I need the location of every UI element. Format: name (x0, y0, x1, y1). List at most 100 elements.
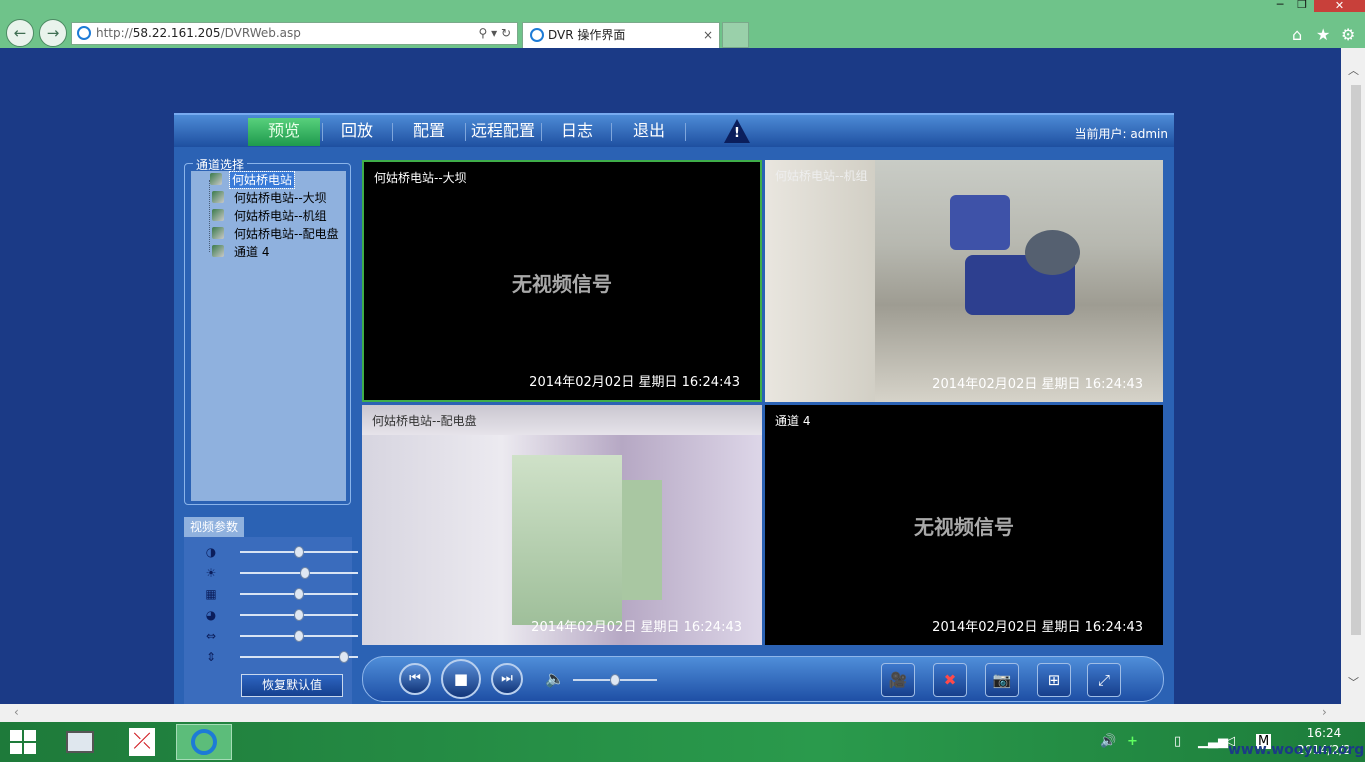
video-params-tab[interactable]: 视频参数 (184, 517, 244, 537)
scroll-up-icon[interactable]: ︿ (1348, 62, 1359, 78)
channel-label: 通道 4 (234, 245, 270, 259)
previous-icon[interactable]: ⏮ (399, 663, 431, 695)
favorites-icon[interactable]: ★ (1316, 25, 1330, 44)
video-window-1[interactable]: 何姑桥电站--大坝 无视频信号 2014年02月02日 星期日 16:24:43 (362, 160, 762, 402)
slider-knob[interactable] (294, 609, 304, 621)
next-icon[interactable]: ⏭ (491, 663, 523, 695)
channel-label: 何姑桥电站--大坝 (234, 191, 327, 205)
stop-icon[interactable]: ■ (441, 659, 481, 699)
taskbar: ⤫ 🔊 + ▯ ▁▃▅ ◁ M 16:24 2014/2/2 (0, 722, 1365, 762)
menu-separator (392, 123, 393, 141)
video-title: 何姑桥电站--配电盘 (372, 414, 477, 428)
generator-image (950, 195, 1010, 250)
menu-separator (611, 123, 612, 141)
menu-remote-config[interactable]: 远程配置 (466, 118, 540, 146)
stop-record-icon[interactable]: ✖ (933, 663, 967, 697)
menu-separator (541, 123, 542, 141)
video-window-2[interactable]: 何姑桥电站--机组 2014年02月02日 星期日 16:24:43 (765, 160, 1163, 402)
layout-icon[interactable]: ⊞ (1037, 663, 1071, 697)
menu-config[interactable]: 配置 (394, 118, 464, 146)
slider-knob[interactable] (294, 630, 304, 642)
saturation-slider[interactable]: ▦ (204, 587, 358, 601)
computer-icon (66, 731, 94, 753)
camera-icon (212, 227, 224, 239)
url-text: http://58.22.161.205/DVRWeb.asp (96, 26, 301, 40)
snapshot-icon[interactable]: 📷 (985, 663, 1019, 697)
sharpness-v-slider[interactable]: ⇕ (204, 650, 358, 664)
maximize-icon[interactable]: ❐ (1292, 0, 1312, 12)
restore-defaults-button[interactable]: 恢复默认值 (241, 674, 343, 697)
video-window-4[interactable]: 通道 4 无视频信号 2014年02月02日 星期日 16:24:43 (765, 405, 1163, 645)
no-signal-text: 无视频信号 (512, 272, 612, 296)
slider-track[interactable] (240, 572, 358, 574)
speaker-icon[interactable]: 🔊 (1100, 734, 1116, 749)
browser-tab[interactable]: DVR 操作界面 × (522, 22, 720, 48)
signal-icon[interactable]: ▁▃▅ (1198, 734, 1228, 749)
back-button[interactable]: ← (6, 19, 34, 47)
slider-knob[interactable] (294, 546, 304, 558)
address-controls-icon[interactable]: ⚲ ▾ ↻ (479, 23, 512, 44)
fullscreen-icon[interactable]: ⤢ (1087, 663, 1121, 697)
ie-icon (530, 28, 544, 42)
settings-icon[interactable]: ⚙ (1341, 25, 1355, 44)
menu-playback[interactable]: 回放 (324, 118, 390, 146)
tab-close-icon[interactable]: × (703, 23, 713, 47)
home-icon[interactable]: ⌂ (1292, 25, 1302, 44)
taskbar-app-ie[interactable] (176, 724, 232, 760)
horizontal-arrows-icon: ⇔ (205, 629, 217, 643)
wall-image (765, 160, 875, 402)
ie-icon (77, 26, 91, 40)
switchboard-image (512, 455, 622, 625)
brightness-slider[interactable]: ☀ (204, 566, 358, 580)
video-timestamp: 2014年02月02日 星期日 16:24:43 (932, 620, 1143, 635)
video-window-3[interactable]: 何姑桥电站--配电盘 2014年02月02日 星期日 16:24:43 (362, 405, 762, 645)
video-timestamp: 2014年02月02日 星期日 16:24:43 (932, 377, 1143, 392)
video-title: 通道 4 (775, 414, 811, 428)
volume-icon[interactable]: 🔈 (545, 669, 565, 688)
tab-title: DVR 操作界面 (548, 28, 626, 42)
address-bar[interactable]: http://58.22.161.205/DVRWeb.asp ⚲ ▾ ↻ (71, 22, 518, 45)
new-tab-button[interactable] (722, 22, 749, 48)
scroll-left-icon[interactable]: ‹ (14, 705, 19, 719)
scroll-right-icon[interactable]: › (1322, 705, 1327, 719)
video-timestamp: 2014年02月02日 星期日 16:24:43 (529, 375, 740, 390)
channel-label: 何姑桥电站--机组 (234, 209, 327, 223)
dvr-icon (210, 173, 222, 185)
record-icon[interactable]: 🎥 (881, 663, 915, 697)
menu-separator (685, 123, 686, 141)
volume-knob[interactable] (610, 674, 620, 686)
slider-knob[interactable] (294, 588, 304, 600)
slider-knob[interactable] (300, 567, 311, 579)
brightness-icon: ☀ (205, 566, 217, 580)
saturation-icon: ▦ (205, 587, 217, 601)
sharpness-h-slider[interactable]: ⇔ (204, 629, 358, 643)
contrast-slider[interactable]: ◑ (204, 545, 358, 559)
scroll-down-icon[interactable]: ﹀ (1348, 674, 1359, 690)
taskbar-app-pdf[interactable]: ⤫ (114, 724, 170, 760)
contrast-icon: ◑ (205, 545, 217, 559)
no-signal-text: 无视频信号 (914, 515, 1014, 539)
network-plus-icon[interactable]: + (1127, 734, 1138, 749)
battery-icon[interactable]: ▯ (1174, 734, 1181, 749)
vertical-scroll-thumb[interactable] (1351, 85, 1361, 635)
horizontal-scrollbar[interactable]: ‹ › (0, 704, 1365, 722)
watermark: www.wooyun.org (1228, 742, 1365, 758)
forward-button[interactable]: → (39, 19, 67, 47)
close-window-icon[interactable]: ✕ (1314, 0, 1365, 12)
video-title: 何姑桥电站--大坝 (374, 171, 467, 185)
menu-exit[interactable]: 退出 (614, 118, 684, 146)
menu-log[interactable]: 日志 (544, 118, 610, 146)
taskbar-app-computer[interactable] (52, 724, 108, 760)
slider-knob[interactable] (339, 651, 350, 663)
alarm-icon[interactable]: ! (724, 119, 750, 143)
switchboard-image (622, 480, 662, 600)
main-menu: 预览 回放 配置 远程配置 日志 退出 ! 当前用户: admin (174, 113, 1174, 147)
minimize-icon[interactable]: ─ (1270, 0, 1290, 12)
menu-preview[interactable]: 预览 (248, 118, 320, 146)
windows-start-icon[interactable] (10, 730, 36, 754)
hue-slider[interactable]: ◕ (204, 608, 358, 622)
dvr-app: 预览 回放 配置 远程配置 日志 退出 ! 当前用户: admin 通道选择 何… (174, 113, 1174, 704)
channel-label: 何姑桥电站 (228, 171, 296, 189)
vertical-arrows-icon: ⇕ (205, 650, 217, 664)
camera-icon (212, 191, 224, 203)
